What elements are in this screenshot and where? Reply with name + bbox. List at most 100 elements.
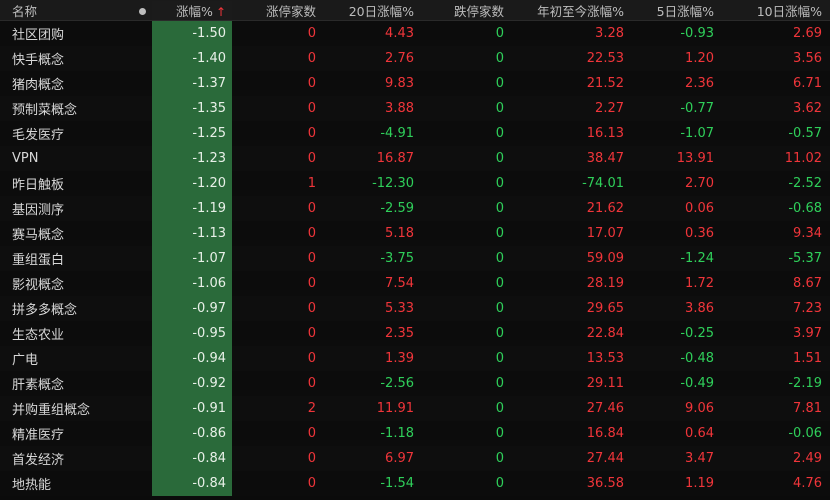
row-10d-change: -2.19 bbox=[788, 376, 822, 391]
table-row[interactable]: 并购重组概念 -0.91 2 11.91 0 27.46 9.06 7.81 bbox=[0, 396, 830, 421]
row-marker bbox=[132, 46, 152, 71]
table-row[interactable]: 昨日触板 -1.20 1 -12.30 0 -74.01 2.70 -2.52 bbox=[0, 171, 830, 196]
row-20d-change: 5.18 bbox=[385, 226, 414, 241]
table-row[interactable]: 赛马概念 -1.13 0 5.18 0 17.07 0.36 9.34 bbox=[0, 221, 830, 246]
col-header-5d-change[interactable]: 5日涨幅% bbox=[630, 1, 720, 20]
row-5d-change: 1.20 bbox=[685, 51, 714, 66]
row-ytd-change: 21.62 bbox=[586, 201, 624, 216]
table-row[interactable]: 社区团购 -1.50 0 4.43 0 3.28 -0.93 2.69 bbox=[0, 21, 830, 46]
col-header-limit-up-count[interactable]: 涨停家数 bbox=[232, 1, 322, 20]
row-limit-up-count: 0 bbox=[307, 26, 316, 41]
row-marker bbox=[132, 371, 152, 396]
col-header-name[interactable]: 名称 bbox=[0, 1, 132, 20]
col-header-20d-change[interactable]: 20日涨幅% bbox=[322, 1, 420, 20]
row-5d-change: -0.25 bbox=[680, 326, 714, 341]
row-marker bbox=[132, 446, 152, 471]
row-10d-change: 7.23 bbox=[793, 301, 822, 316]
row-limit-up-count: 0 bbox=[307, 151, 316, 166]
row-ytd-change: 29.65 bbox=[586, 301, 624, 316]
row-limit-down-count: 0 bbox=[495, 201, 504, 216]
row-10d-change: 2.69 bbox=[793, 26, 822, 41]
col-header-ytd-change[interactable]: 年初至今涨幅% bbox=[510, 1, 630, 20]
row-10d-change: 3.62 bbox=[793, 101, 822, 116]
table-row[interactable]: 重组蛋白 -1.07 0 -3.75 0 59.09 -1.24 -5.37 bbox=[0, 246, 830, 271]
row-ytd-change: 2.27 bbox=[595, 101, 624, 116]
row-limit-up-count: 0 bbox=[307, 426, 316, 441]
col-header-marker[interactable] bbox=[132, 3, 152, 18]
row-name: 影视概念 bbox=[12, 278, 65, 293]
row-20d-change: 5.33 bbox=[385, 301, 414, 316]
row-name: 肝素概念 bbox=[12, 378, 65, 393]
row-5d-change: 3.47 bbox=[685, 451, 714, 466]
row-name: 社区团购 bbox=[12, 28, 65, 43]
row-limit-down-count: 0 bbox=[495, 251, 504, 266]
row-limit-down-count: 0 bbox=[495, 451, 504, 466]
row-pct-change: -0.84 bbox=[152, 471, 232, 496]
row-pct-change: -0.94 bbox=[152, 346, 232, 371]
col-header-limit-down-count[interactable]: 跌停家数 bbox=[420, 1, 510, 20]
row-20d-change: 9.83 bbox=[385, 76, 414, 91]
table-row[interactable]: 猪肉概念 -1.37 0 9.83 0 21.52 2.36 6.71 bbox=[0, 71, 830, 96]
row-name: 基因测序 bbox=[12, 203, 65, 218]
row-10d-change: -0.06 bbox=[788, 426, 822, 441]
row-5d-change: 13.91 bbox=[676, 151, 714, 166]
table-row[interactable]: 影视概念 -1.06 0 7.54 0 28.19 1.72 8.67 bbox=[0, 271, 830, 296]
row-ytd-change: -74.01 bbox=[582, 176, 624, 191]
row-limit-up-count: 0 bbox=[307, 251, 316, 266]
row-10d-change: -2.52 bbox=[788, 176, 822, 191]
row-ytd-change: 13.53 bbox=[586, 351, 624, 366]
row-pct-change: -1.37 bbox=[152, 71, 232, 96]
row-limit-down-count: 0 bbox=[495, 401, 504, 416]
row-5d-change: 3.86 bbox=[685, 301, 714, 316]
table-row[interactable]: 精准医疗 -0.86 0 -1.18 0 16.84 0.64 -0.06 bbox=[0, 421, 830, 446]
row-5d-change: 1.19 bbox=[685, 476, 714, 491]
concept-sector-table: 名称 涨幅% ↑ 涨停家数 20日涨幅% 跌停家数 年初至今涨幅% 5日涨幅% 1… bbox=[0, 0, 830, 500]
row-20d-change: 1.39 bbox=[385, 351, 414, 366]
row-pct-change: -1.19 bbox=[152, 196, 232, 221]
row-ytd-change: 27.46 bbox=[586, 401, 624, 416]
row-limit-up-count: 0 bbox=[307, 51, 316, 66]
row-limit-up-count: 0 bbox=[307, 101, 316, 116]
row-ytd-change: 22.53 bbox=[586, 51, 624, 66]
row-name: 地热能 bbox=[12, 478, 52, 493]
row-ytd-change: 28.19 bbox=[586, 276, 624, 291]
row-marker bbox=[132, 146, 152, 171]
row-limit-up-count: 0 bbox=[307, 276, 316, 291]
row-pct-change: -0.97 bbox=[152, 296, 232, 321]
row-10d-change: 11.02 bbox=[784, 151, 822, 166]
table-row[interactable]: 生态农业 -0.95 0 2.35 0 22.84 -0.25 3.97 bbox=[0, 321, 830, 346]
row-limit-up-count: 0 bbox=[307, 476, 316, 491]
row-name: 预制菜概念 bbox=[12, 103, 78, 118]
table-row[interactable]: 基因测序 -1.19 0 -2.59 0 21.62 0.06 -0.68 bbox=[0, 196, 830, 221]
table-row[interactable]: 快手概念 -1.40 0 2.76 0 22.53 1.20 3.56 bbox=[0, 46, 830, 71]
row-limit-down-count: 0 bbox=[495, 326, 504, 341]
row-20d-change: 4.43 bbox=[385, 26, 414, 41]
table-row[interactable]: VPN -1.23 0 16.87 0 38.47 13.91 11.02 bbox=[0, 146, 830, 171]
row-name: 并购重组概念 bbox=[12, 403, 91, 418]
row-name: 重组蛋白 bbox=[12, 253, 65, 268]
col-header-pct[interactable]: 涨幅% ↑ bbox=[152, 0, 232, 20]
row-5d-change: -0.48 bbox=[680, 351, 714, 366]
row-20d-change: 3.88 bbox=[385, 101, 414, 116]
row-marker bbox=[132, 271, 152, 296]
row-10d-change: -5.37 bbox=[788, 251, 822, 266]
row-10d-change: 8.67 bbox=[793, 276, 822, 291]
row-name: 首发经济 bbox=[12, 453, 65, 468]
row-5d-change: -1.07 bbox=[680, 126, 714, 141]
table-row[interactable]: 拼多多概念 -0.97 0 5.33 0 29.65 3.86 7.23 bbox=[0, 296, 830, 321]
row-marker bbox=[132, 71, 152, 96]
table-row[interactable]: 广电 -0.94 0 1.39 0 13.53 -0.48 1.51 bbox=[0, 346, 830, 371]
row-5d-change: 0.64 bbox=[685, 426, 714, 441]
row-limit-down-count: 0 bbox=[495, 76, 504, 91]
row-pct-change: -0.92 bbox=[152, 371, 232, 396]
row-20d-change: 7.54 bbox=[385, 276, 414, 291]
row-name: 精准医疗 bbox=[12, 428, 65, 443]
table-row[interactable]: 肝素概念 -0.92 0 -2.56 0 29.11 -0.49 -2.19 bbox=[0, 371, 830, 396]
table-row[interactable]: 预制菜概念 -1.35 0 3.88 0 2.27 -0.77 3.62 bbox=[0, 96, 830, 121]
table-row[interactable]: 首发经济 -0.84 0 6.97 0 27.44 3.47 2.49 bbox=[0, 446, 830, 471]
table-row[interactable]: 毛发医疗 -1.25 0 -4.91 0 16.13 -1.07 -0.57 bbox=[0, 121, 830, 146]
row-name: 赛马概念 bbox=[12, 228, 65, 243]
col-header-10d-change[interactable]: 10日涨幅% bbox=[720, 1, 830, 20]
table-row[interactable]: 地热能 -0.84 0 -1.54 0 36.58 1.19 4.76 bbox=[0, 471, 830, 496]
row-pct-change: -1.25 bbox=[152, 121, 232, 146]
